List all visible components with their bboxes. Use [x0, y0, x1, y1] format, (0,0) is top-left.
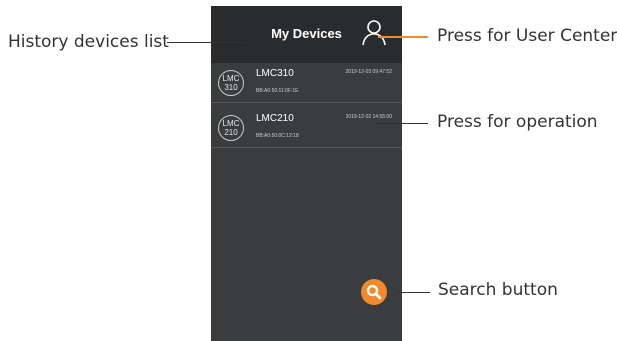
device-item-lmc310[interactable]: LMC 310 LMC310 2019-12-03 09:47:52 BB:A0… — [211, 64, 402, 103]
callout-history-devices: History devices list — [8, 32, 169, 52]
callout-search: Search button — [438, 280, 558, 300]
user-center-button[interactable] — [361, 18, 387, 46]
device-badge: LMC 310 — [218, 70, 244, 96]
device-name: LMC210 — [256, 113, 294, 124]
device-badge: LMC 210 — [218, 115, 244, 141]
device-timestamp: 2019-12-02 14:55:00 — [345, 114, 392, 120]
device-timestamp: 2019-12-03 09:47:52 — [345, 69, 392, 75]
callout-user-center: Press for User Center — [437, 26, 617, 46]
device-name: LMC310 — [256, 68, 294, 79]
device-mac: BB:A0:50:0C:12:18 — [256, 133, 299, 139]
callout-line-operation — [375, 123, 428, 124]
search-button[interactable] — [361, 279, 387, 305]
user-icon — [362, 20, 386, 46]
app-screen: My Devices LMC 310 LMC310 2019-12-03 09:… — [211, 6, 402, 341]
top-bar: My Devices — [211, 6, 402, 63]
callout-operation: Press for operation — [437, 112, 598, 132]
callout-line-history — [167, 42, 245, 43]
search-icon — [366, 284, 382, 300]
callout-line-search — [396, 292, 430, 293]
device-mac: BB:A0:50:11:0F:1E — [256, 88, 299, 94]
callout-line-user-center — [378, 36, 428, 38]
device-item-lmc210[interactable]: LMC 210 LMC210 2019-12-02 14:55:00 BB:A0… — [211, 109, 402, 148]
